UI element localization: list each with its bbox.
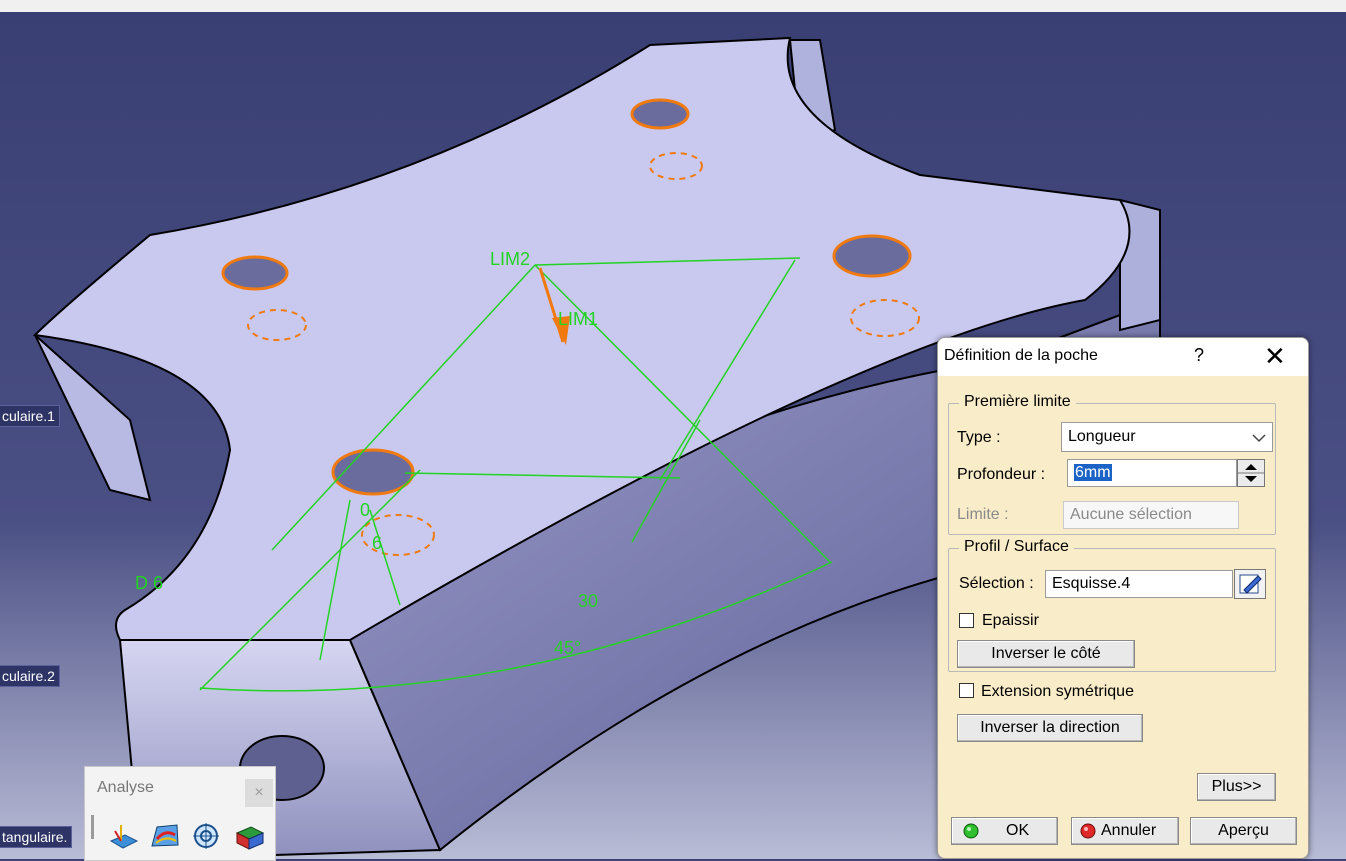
symmetric-extension-checkbox[interactable] — [959, 683, 974, 698]
tree-label-2[interactable]: culaire.2 — [0, 665, 60, 687]
red-light-icon — [1080, 823, 1096, 839]
help-button[interactable]: ? — [1194, 345, 1204, 366]
dialog-title: Définition de la poche — [944, 347, 1098, 364]
annotation-lim2: LIM2 — [490, 249, 530, 269]
selection-field[interactable]: Esquisse.4 — [1045, 570, 1233, 598]
tree-label-3[interactable]: tangulaire. — [0, 826, 73, 848]
invert-side-button[interactable]: Inverser le côté — [957, 640, 1135, 668]
tree-label-1[interactable]: culaire.1 — [0, 405, 60, 427]
first-limit-legend: Première limite — [959, 393, 1076, 411]
cancel-label: Annuler — [1101, 822, 1157, 839]
toolbar-grip[interactable] — [91, 815, 94, 839]
thickness-analysis-icon[interactable] — [233, 821, 265, 853]
depth-spinner[interactable] — [1237, 459, 1265, 487]
type-select[interactable]: Longueur — [1061, 422, 1273, 452]
limit-field: Aucune sélection — [1063, 501, 1239, 529]
annotation-depth-6: 6 — [372, 533, 382, 553]
profile-surface-legend: Profil / Surface — [959, 538, 1074, 556]
depth-input-value: 6mm — [1074, 464, 1112, 481]
spinner-arrows-icon — [1238, 464, 1264, 482]
limit-label: Limite : — [957, 506, 1009, 523]
sketch-button[interactable] — [1234, 569, 1266, 599]
ok-button[interactable]: OK — [951, 817, 1058, 845]
annotation-diameter: D 6 — [135, 573, 163, 593]
measure-icon[interactable] — [191, 821, 223, 853]
selection-label: Sélection : — [959, 575, 1034, 592]
close-button[interactable]: ✕ — [1264, 341, 1286, 372]
more-button[interactable]: Plus>> — [1197, 773, 1276, 801]
chevron-down-icon — [1252, 434, 1266, 443]
thicken-label: Epaissir — [982, 612, 1039, 629]
cancel-button[interactable]: Annuler — [1071, 817, 1179, 845]
ok-label: OK — [1006, 822, 1030, 839]
depth-label: Profondeur : — [957, 466, 1046, 483]
draft-analysis-icon[interactable] — [107, 821, 139, 853]
annotation-dim-30: 30 — [578, 591, 598, 611]
invert-direction-button[interactable]: Inverser la direction — [957, 714, 1143, 742]
symmetric-extension-label: Extension symétrique — [981, 683, 1134, 700]
depth-input[interactable]: 6mm — [1067, 459, 1237, 487]
annotation-lim1: LIM1 — [558, 309, 598, 329]
annotation-angle-45: 45° — [554, 638, 581, 658]
analyse-toolbar[interactable]: Analyse × — [84, 766, 276, 861]
type-select-value: Longueur — [1068, 428, 1136, 445]
analyse-close-button[interactable]: × — [245, 779, 273, 807]
thicken-checkbox[interactable] — [959, 613, 974, 628]
pocket-definition-dialog[interactable]: Définition de la poche ? ✕ Première limi… — [937, 337, 1309, 859]
preview-button[interactable]: Aperçu — [1190, 817, 1297, 845]
green-light-icon — [963, 823, 979, 839]
dialog-titlebar[interactable]: Définition de la poche ? ✕ — [938, 338, 1308, 376]
type-label: Type : — [957, 429, 1001, 446]
sketch-icon — [1239, 574, 1262, 594]
annotation-depth-0: 0 — [360, 500, 370, 520]
curvature-analysis-icon[interactable] — [149, 821, 181, 853]
analyse-toolbar-title: Analyse — [97, 779, 154, 796]
